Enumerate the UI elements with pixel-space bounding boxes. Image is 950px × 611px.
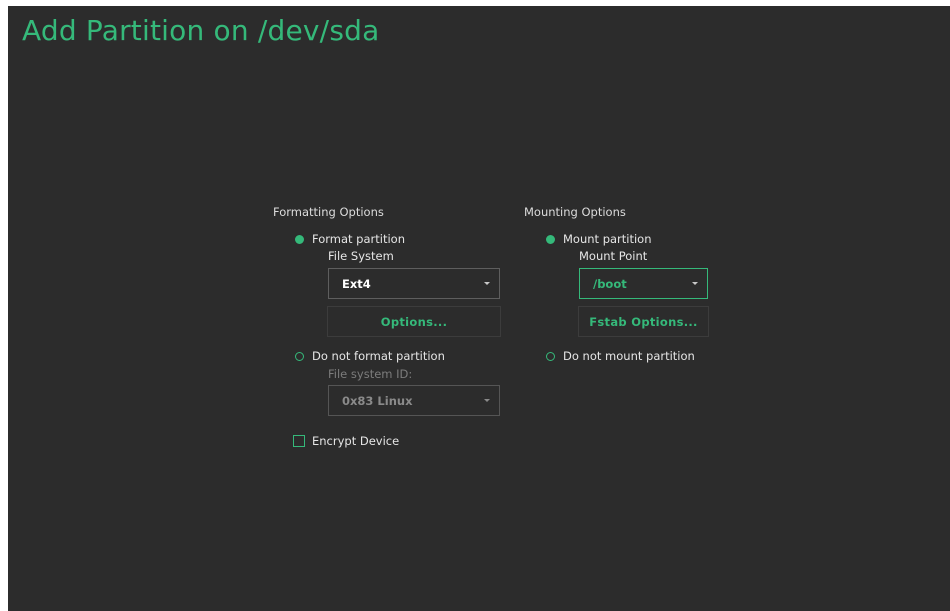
file-system-id-combobox[interactable]: 0x83 Linux <box>328 385 500 416</box>
fstab-options-button[interactable]: Fstab Options... <box>578 306 709 337</box>
options-button[interactable]: Options... <box>327 306 501 337</box>
mounting-options-heading: Mounting Options <box>524 205 626 219</box>
format-partition-radio[interactable]: Format partition <box>295 232 405 246</box>
format-partition-label: Format partition <box>312 232 405 246</box>
formatting-options-heading: Formatting Options <box>273 205 384 219</box>
radio-unselected-icon <box>546 351 555 361</box>
do-not-format-radio[interactable]: Do not format partition <box>295 349 445 363</box>
chevron-down-icon <box>692 282 698 285</box>
chevron-down-icon <box>484 399 490 402</box>
file-system-combobox[interactable]: Ext4 <box>328 268 500 299</box>
mount-partition-label: Mount partition <box>563 232 652 246</box>
encrypt-device-checkbox[interactable]: Encrypt Device <box>293 434 399 448</box>
radio-selected-icon <box>546 234 555 244</box>
checkbox-icon <box>293 435 305 447</box>
do-not-mount-radio[interactable]: Do not mount partition <box>546 349 695 363</box>
file-system-value: Ext4 <box>342 276 371 291</box>
radio-selected-icon <box>295 234 304 244</box>
do-not-format-label: Do not format partition <box>312 349 445 363</box>
encrypt-device-label: Encrypt Device <box>312 434 400 448</box>
mount-point-label: Mount Point <box>579 249 648 263</box>
mount-point-value: /boot <box>593 276 627 291</box>
radio-unselected-icon <box>295 351 304 361</box>
file-system-label: File System <box>328 249 394 263</box>
page-title: Add Partition on /dev/sda <box>22 14 380 47</box>
dialog-window: Add Partition on /dev/sda Formatting Opt… <box>8 6 950 611</box>
mount-point-combobox[interactable]: /boot <box>579 268 708 299</box>
mount-partition-radio[interactable]: Mount partition <box>546 232 652 246</box>
file-system-id-value: 0x83 Linux <box>342 393 413 408</box>
file-system-id-label: File system ID: <box>328 367 413 381</box>
do-not-mount-label: Do not mount partition <box>563 349 695 363</box>
chevron-down-icon <box>484 282 490 285</box>
